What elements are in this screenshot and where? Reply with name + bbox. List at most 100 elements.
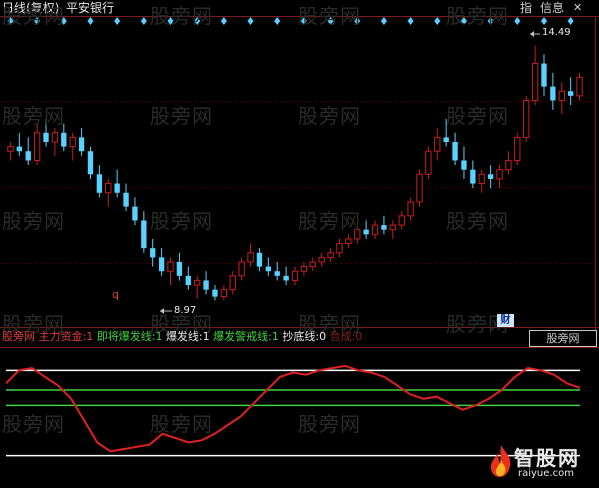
- indicator-tab[interactable]: 股旁网: [529, 330, 597, 347]
- candle: [381, 215, 387, 235]
- candle: [461, 146, 467, 179]
- legend-value-bottom-fishing: 0: [319, 330, 327, 343]
- signal-diamond: [327, 17, 334, 25]
- candle: [265, 257, 271, 276]
- candle: [363, 220, 369, 239]
- candle: [443, 118, 449, 147]
- candle: [434, 128, 441, 161]
- legend-label-bottom-fishing: 抄底线:: [282, 330, 320, 343]
- candle: [185, 266, 191, 290]
- signal-diamond: [354, 17, 361, 25]
- high-price-label: 14.49: [542, 27, 571, 38]
- candle: [114, 169, 120, 198]
- candle: [25, 137, 31, 166]
- candle: [51, 128, 59, 156]
- legend-value-imminent-burst: 1: [155, 330, 163, 343]
- candle: [141, 211, 147, 253]
- brand-logo: 智股网 raiyue.com: [484, 438, 596, 486]
- candle: [78, 128, 85, 156]
- kline-chart[interactable]: [0, 0, 599, 488]
- candle: [541, 54, 547, 96]
- signal-diamond: [380, 17, 387, 25]
- candle: [87, 146, 94, 179]
- candle: [194, 275, 201, 299]
- q-marker: q: [112, 288, 119, 301]
- signal-diamonds: [7, 17, 574, 25]
- candle: [16, 132, 23, 156]
- legend-value-burst-warning: 1: [271, 330, 279, 343]
- signal-diamond: [540, 17, 547, 25]
- candle: [238, 257, 245, 281]
- legend-label-main-funds: 主力资金:: [38, 330, 87, 343]
- close-icon[interactable]: ✕: [573, 1, 582, 15]
- candle: [505, 151, 512, 175]
- candle: [416, 169, 423, 207]
- chart-period-label[interactable]: 日线(复权): [2, 1, 59, 15]
- candle: [478, 169, 485, 193]
- candle: [61, 123, 67, 152]
- candle: [371, 220, 379, 239]
- legend-value-composite: 0: [355, 330, 363, 343]
- candle: [523, 95, 530, 142]
- candle: [132, 197, 138, 226]
- candle: [398, 211, 405, 230]
- candle: [220, 285, 228, 301]
- signal-diamond: [460, 17, 467, 25]
- signal-diamond: [220, 17, 227, 25]
- candle: [203, 271, 209, 295]
- legend-value-burst-line: 1: [202, 330, 210, 343]
- candle: [158, 248, 165, 276]
- candle: [123, 183, 129, 212]
- signal-diamond: [274, 17, 281, 25]
- candle: [283, 266, 289, 286]
- candle: [291, 266, 299, 286]
- candle: [300, 262, 308, 276]
- candle: [105, 178, 112, 207]
- grid: [0, 16, 599, 348]
- candle: [558, 82, 565, 115]
- signal-diamond: [567, 17, 574, 25]
- signal-diamond: [247, 17, 254, 25]
- financial-report-marker[interactable]: 财: [497, 314, 514, 327]
- flame-icon: [490, 445, 511, 477]
- candle: [452, 132, 458, 166]
- candle: [496, 165, 503, 189]
- candle: [229, 271, 236, 295]
- stock-name: 平安银行: [66, 1, 115, 15]
- candle: [470, 160, 476, 189]
- signal-diamond: [194, 17, 201, 25]
- signal-diamond: [167, 17, 174, 25]
- low-price-label: 8.97: [174, 305, 197, 316]
- candle: [336, 238, 343, 258]
- candle: [327, 248, 334, 262]
- candle: [69, 132, 76, 161]
- legend-value-main-funds: 1: [86, 330, 94, 343]
- candle: [425, 146, 432, 179]
- signal-diamond: [60, 17, 67, 25]
- candle: [345, 234, 352, 249]
- signal-diamond: [514, 17, 521, 25]
- guide-button[interactable]: 指: [520, 1, 532, 15]
- candle: [354, 225, 361, 244]
- candle: [318, 252, 325, 267]
- info-button[interactable]: 信息: [540, 1, 564, 15]
- high-marker: [530, 31, 540, 37]
- candle: [487, 165, 494, 189]
- signal-diamond: [487, 17, 494, 25]
- candle: [167, 257, 174, 286]
- title-bar: 日线(复权) 平安银行 指 信息 ✕: [0, 0, 599, 16]
- candle: [514, 132, 521, 166]
- legend-label-imminent-burst: 即将爆发线:: [96, 330, 156, 343]
- candle: [407, 197, 414, 221]
- candle: [550, 72, 556, 110]
- signal-diamond: [300, 17, 307, 25]
- signal-diamond: [114, 17, 121, 25]
- candle: [7, 142, 14, 161]
- candle: [176, 252, 183, 281]
- indicator-legend: 股旁网 主力资金:1 即将爆发线:1 爆发线:1 爆发警戒线:1 抄底线:0 合…: [2, 330, 362, 344]
- logo-url: raiyue.com: [518, 468, 574, 479]
- legend-label-composite: 合成:: [329, 330, 356, 343]
- candle: [576, 72, 583, 101]
- candle: [531, 45, 539, 106]
- legend-label-burst-warning: 爆发警戒线:: [213, 330, 272, 343]
